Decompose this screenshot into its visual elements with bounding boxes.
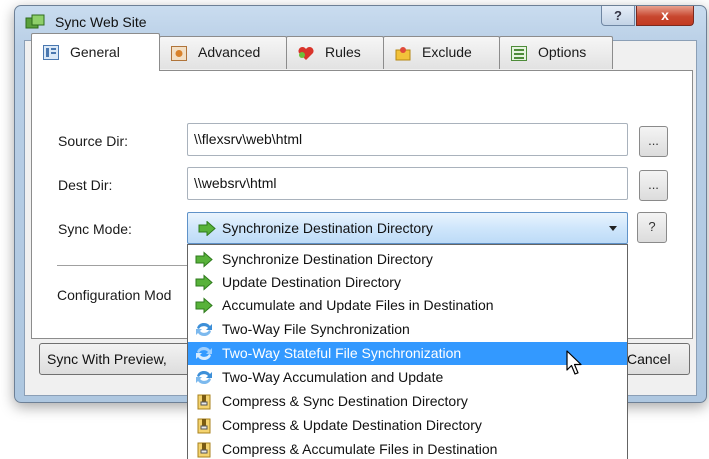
sync-mode-dropdown-list: Synchronize Destination Directory Update… [187,244,628,459]
sync-mode-combobox[interactable]: Synchronize Destination Directory [187,212,628,244]
tab-label: Rules [325,44,361,60]
tab-label: Exclude [422,44,472,60]
option-label: Update Destination Directory [222,274,401,290]
two-way-sync-icon [196,322,212,337]
source-dir-label: Source Dir: [58,133,129,149]
cancel-button[interactable]: Cancel [620,343,690,375]
tab-label: General [70,44,120,60]
exclude-tab-icon [395,47,411,61]
green-arrow-icon [195,297,213,314]
dest-dir-label: Dest Dir: [58,177,113,193]
tab-label: Options [538,44,587,60]
dropdown-option[interactable]: Two-Way File Synchronization [188,318,627,341]
option-label: Two-Way Stateful File Synchronization [222,345,462,361]
compress-icon [197,442,211,458]
dropdown-option[interactable]: Compress & Update Destination Directory [188,414,627,437]
dropdown-option[interactable]: Compress & Sync Destination Directory [188,390,627,413]
sync-with-preview-button[interactable]: Sync With Preview, [39,343,199,375]
browse-source-button[interactable]: ... [639,126,668,157]
close-button[interactable]: x [636,6,694,26]
option-label: Compress & Sync Destination Directory [222,393,468,409]
dropdown-option[interactable]: Accumulate and Update Files in Destinati… [188,294,627,317]
configuration-mode-label: Configuration Mod [57,287,172,303]
mouse-cursor-icon [566,350,582,375]
general-tab-icon [43,45,59,60]
option-label: Compress & Accumulate Files in Destinati… [222,441,498,457]
two-way-sync-icon [196,346,212,361]
sync-app-icon [25,14,45,29]
green-arrow-icon [195,274,213,291]
browse-dest-button[interactable]: ... [639,170,668,201]
sync-mode-label: Sync Mode: [58,221,132,237]
tab-general[interactable]: General [31,33,160,71]
option-label: Accumulate and Update Files in Destinati… [222,297,494,313]
dest-dir-input[interactable]: \\websrv\html [187,167,628,200]
tab-label: Advanced [198,44,261,60]
dropdown-option-selected[interactable]: Two-Way Stateful File Synchronization [188,342,627,365]
two-way-sync-icon [196,370,212,385]
tab-advanced[interactable]: Advanced [159,36,287,69]
dropdown-option[interactable]: Two-Way Accumulation and Update [188,366,627,389]
compress-icon [197,418,211,434]
divider [57,265,187,266]
option-label: Two-Way File Synchronization [222,321,410,337]
window-title: Sync Web Site [55,14,147,30]
dropdown-option[interactable]: Update Destination Directory [188,271,627,294]
help-button[interactable]: ? [601,6,635,26]
dropdown-option[interactable]: Compress & Accumulate Files in Destinati… [188,438,627,459]
option-label: Synchronize Destination Directory [222,251,433,267]
source-dir-input[interactable]: \\flexsrv\web\html [187,123,628,156]
dropdown-option[interactable]: Synchronize Destination Directory [188,248,627,271]
option-label: Compress & Update Destination Directory [222,417,482,433]
rules-tab-icon [298,46,314,60]
options-tab-icon [511,46,527,61]
sync-mode-value: Synchronize Destination Directory [222,220,433,236]
option-label: Two-Way Accumulation and Update [222,369,444,385]
sync-mode-help-button[interactable]: ? [637,212,667,243]
green-arrow-icon [195,251,213,268]
tab-exclude[interactable]: Exclude [383,36,500,69]
tab-rules[interactable]: Rules [286,36,384,69]
green-arrow-icon [198,221,216,236]
advanced-tab-icon [171,46,187,61]
tab-options[interactable]: Options [499,36,613,69]
chevron-down-icon [609,226,617,231]
compress-icon [197,394,211,410]
